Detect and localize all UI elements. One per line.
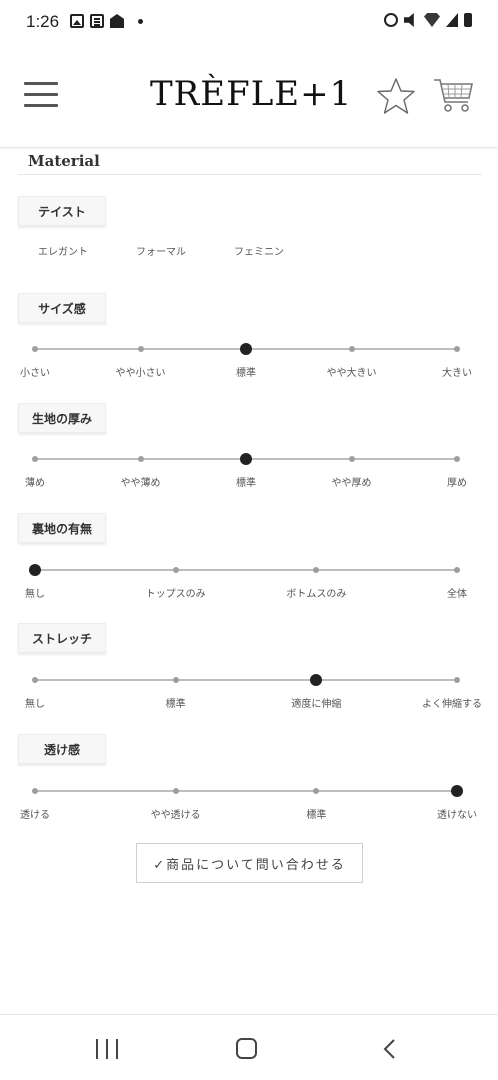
scale-dot — [454, 346, 460, 352]
scale-label: 透ける — [20, 810, 50, 821]
scale-label: 無し — [25, 699, 45, 710]
scale-label: 大きい — [442, 368, 472, 379]
scale-label: 標準 — [236, 478, 256, 489]
menu-line — [24, 104, 58, 107]
gallery-notification-icon — [70, 14, 84, 28]
lining-tag: 裏地の有無 — [18, 513, 106, 543]
scale-dot-selected — [29, 564, 41, 576]
news-notification-icon — [90, 14, 104, 28]
scale-label: トップスのみ — [145, 589, 206, 600]
more-notifications-dot-icon — [138, 18, 143, 24]
scale-dot — [172, 567, 179, 573]
scale-label: 標準 — [236, 368, 256, 379]
scale-track — [35, 790, 457, 792]
mail-notification-icon — [110, 14, 124, 28]
scale-label: よく伸縮する — [422, 699, 482, 710]
menu-line — [24, 82, 58, 85]
scale-label: やや薄め — [120, 478, 161, 489]
thickness-scale: 薄め やや薄め 標準 やや厚め 厚め — [0, 453, 498, 498]
scale-dot — [32, 677, 38, 683]
wifi-icon — [424, 13, 440, 27]
home-icon[interactable] — [236, 1038, 257, 1059]
stretch-scale: 無し 標準 適度に伸縮 よく伸縮する — [0, 674, 498, 719]
status-bar: 1:26 — [0, 0, 498, 46]
recents-icon[interactable] — [96, 1039, 120, 1059]
scale-dot — [32, 788, 38, 794]
thickness-tag: 生地の厚み — [18, 403, 106, 433]
scale-dot-selected — [310, 674, 323, 686]
scale-label: 標準 — [306, 810, 327, 821]
lining-scale: 無し トップスのみ ボトムスのみ 全体 — [0, 564, 498, 609]
scale-dot — [137, 346, 144, 352]
scale-dot — [313, 788, 320, 794]
scale-label: 厚め — [447, 478, 467, 489]
scale-dot — [313, 567, 320, 573]
size-scale: 小さい やや小さい 標準 やや大きい 大きい — [0, 343, 498, 388]
star-icon[interactable] — [376, 76, 416, 116]
scale-dot-selected — [240, 343, 252, 355]
status-time: 1:26 — [26, 12, 60, 31]
taste-tag: テイスト — [18, 196, 106, 226]
scale-track — [35, 679, 457, 681]
scale-label: 適度に伸縮 — [291, 699, 342, 710]
inquiry-button[interactable]: ✓商品について問い合わせる — [136, 843, 363, 883]
scale-label: 薄め — [25, 478, 45, 489]
scale-dot-selected — [451, 785, 463, 797]
scale-dot — [454, 456, 460, 462]
taste-option: フォーマル — [136, 247, 186, 258]
taste-option: エレガント — [38, 247, 88, 258]
scale-label: 全体 — [447, 589, 467, 600]
notification-icons — [70, 14, 143, 28]
stretch-tag: ストレッチ — [18, 623, 106, 653]
brand-logo[interactable]: TRÈFLE+1 — [150, 74, 352, 114]
scale-dot — [348, 346, 355, 352]
scale-label: やや透ける — [150, 810, 201, 821]
system-nav-bar — [0, 1014, 498, 1080]
scale-track — [35, 569, 457, 571]
menu-line — [24, 93, 58, 96]
mute-icon — [404, 13, 414, 27]
taste-option: フェミニン — [234, 247, 284, 258]
section-title: Material — [28, 152, 100, 170]
scale-label: やや大きい — [326, 368, 377, 379]
scale-dot-selected — [240, 453, 252, 465]
scale-dot — [137, 456, 144, 462]
scale-dot — [172, 788, 179, 794]
system-icons — [384, 13, 472, 27]
signal-icon — [446, 13, 458, 27]
scale-label: ボトムスのみ — [286, 589, 347, 600]
scale-dot — [454, 567, 460, 573]
scale-dot — [454, 677, 460, 683]
back-icon[interactable] — [382, 1039, 396, 1059]
scale-label: 無し — [25, 589, 45, 600]
scale-label: やや小さい — [115, 368, 166, 379]
scale-dot — [32, 456, 38, 462]
divider — [18, 174, 482, 175]
app-header: TRÈFLE+1 — [0, 46, 498, 148]
scale-label: 透けない — [437, 810, 477, 821]
sheer-tag: 透け感 — [18, 734, 106, 764]
cart-icon[interactable] — [432, 74, 474, 116]
scale-label: 小さい — [20, 368, 50, 379]
scale-label: 標準 — [165, 699, 186, 710]
battery-icon — [464, 13, 472, 27]
scale-dot — [32, 346, 38, 352]
size-tag: サイズ感 — [18, 293, 106, 323]
sheer-scale: 透ける やや透ける 標準 透けない — [0, 785, 498, 830]
scale-dot — [348, 456, 355, 462]
alarm-icon — [384, 13, 398, 27]
scale-label: やや厚め — [331, 478, 372, 489]
scale-dot — [172, 677, 179, 683]
hamburger-menu-icon[interactable] — [24, 82, 58, 108]
